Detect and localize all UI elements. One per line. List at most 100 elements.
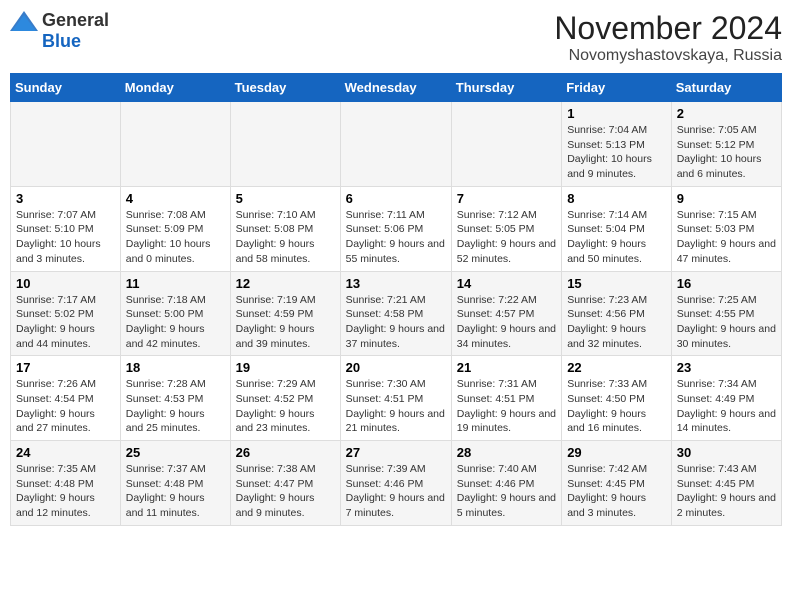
calendar-cell-4	[451, 102, 561, 187]
calendar-cell-10: 6 Sunrise: 7:11 AM Sunset: 5:06 PM Daylig…	[340, 186, 451, 271]
calendar-table: SundayMondayTuesdayWednesdayThursdayFrid…	[10, 73, 782, 526]
calendar-cell-19: 15 Sunrise: 7:23 AM Sunset: 4:56 PM Dayli…	[562, 271, 672, 356]
calendar-cell-18: 14 Sunrise: 7:22 AM Sunset: 4:57 PM Dayli…	[451, 271, 561, 356]
day-number: 18	[126, 360, 225, 375]
day-number: 21	[457, 360, 556, 375]
day-info: Sunrise: 7:14 AM Sunset: 5:04 PM Dayligh…	[567, 208, 666, 267]
day-info: Sunrise: 7:04 AM Sunset: 5:13 PM Dayligh…	[567, 123, 666, 182]
calendar-cell-12: 8 Sunrise: 7:14 AM Sunset: 5:04 PM Daylig…	[562, 186, 672, 271]
calendar-cell-16: 12 Sunrise: 7:19 AM Sunset: 4:59 PM Dayli…	[230, 271, 340, 356]
calendar-cell-9: 5Sunrise: 7:10 AM Sunset: 5:08 PM Daylig…	[230, 186, 340, 271]
calendar-cell-5: 1 Sunrise: 7:04 AM Sunset: 5:13 PM Daylig…	[562, 102, 672, 187]
day-info: Sunrise: 7:37 AM Sunset: 4:48 PM Dayligh…	[126, 462, 225, 521]
day-info: Sunrise: 7:12 AM Sunset: 5:05 PM Dayligh…	[457, 208, 556, 267]
calendar-cell-31: 27 Sunrise: 7:39 AM Sunset: 4:46 PM Dayli…	[340, 441, 451, 526]
day-info: Sunrise: 7:18 AM Sunset: 5:00 PM Dayligh…	[126, 293, 225, 352]
day-number: 17	[16, 360, 115, 375]
logo-general-text: General	[42, 10, 109, 31]
calendar-cell-2	[230, 102, 340, 187]
calendar-header-friday: Friday	[562, 74, 672, 102]
day-number: 1	[567, 106, 666, 121]
day-info: Sunrise: 7:05 AM Sunset: 5:12 PM Dayligh…	[677, 123, 776, 182]
location-subtitle: Novomyshastovskaya, Russia	[554, 47, 782, 65]
calendar-cell-3	[340, 102, 451, 187]
day-info: Sunrise: 7:38 AM Sunset: 4:47 PM Dayligh…	[236, 462, 335, 521]
calendar-cell-13: 9 Sunrise: 7:15 AM Sunset: 5:03 PM Daylig…	[671, 186, 781, 271]
day-info: Sunrise: 7:25 AM Sunset: 4:55 PM Dayligh…	[677, 293, 776, 352]
day-info: Sunrise: 7:11 AM Sunset: 5:06 PM Dayligh…	[346, 208, 446, 267]
calendar-cell-20: 16 Sunrise: 7:25 AM Sunset: 4:55 PM Dayli…	[671, 271, 781, 356]
day-info: Sunrise: 7:10 AM Sunset: 5:08 PM Dayligh…	[236, 208, 335, 267]
title-section: November 2024 Novomyshastovskaya, Russia	[554, 10, 782, 65]
day-number: 3	[16, 191, 115, 206]
day-number: 24	[16, 445, 115, 460]
month-year-title: November 2024	[554, 10, 782, 47]
calendar-cell-6: 2 Sunrise: 7:05 AM Sunset: 5:12 PM Daylig…	[671, 102, 781, 187]
day-info: Sunrise: 7:31 AM Sunset: 4:51 PM Dayligh…	[457, 377, 556, 436]
day-number: 10	[16, 276, 115, 291]
calendar-cell-28: 24 Sunrise: 7:35 AM Sunset: 4:48 PM Dayli…	[11, 441, 121, 526]
day-number: 7	[457, 191, 556, 206]
day-info: Sunrise: 7:21 AM Sunset: 4:58 PM Dayligh…	[346, 293, 446, 352]
day-number: 22	[567, 360, 666, 375]
calendar-cell-15: 11 Sunrise: 7:18 AM Sunset: 5:00 PM Dayli…	[120, 271, 230, 356]
day-number: 13	[346, 276, 446, 291]
calendar-cell-32: 28Sunrise: 7:40 AM Sunset: 4:46 PM Dayli…	[451, 441, 561, 526]
calendar-cell-22: 18 Sunrise: 7:28 AM Sunset: 4:53 PM Dayli…	[120, 356, 230, 441]
logo: General Blue	[10, 10, 109, 52]
calendar-week-row-2: 3 Sunrise: 7:07 AM Sunset: 5:10 PM Daylig…	[11, 186, 782, 271]
day-number: 19	[236, 360, 335, 375]
day-info: Sunrise: 7:42 AM Sunset: 4:45 PM Dayligh…	[567, 462, 666, 521]
day-info: Sunrise: 7:22 AM Sunset: 4:57 PM Dayligh…	[457, 293, 556, 352]
calendar-cell-11: 7 Sunrise: 7:12 AM Sunset: 5:05 PM Daylig…	[451, 186, 561, 271]
calendar-cell-25: 21 Sunrise: 7:31 AM Sunset: 4:51 PM Dayli…	[451, 356, 561, 441]
day-info: Sunrise: 7:08 AM Sunset: 5:09 PM Dayligh…	[126, 208, 225, 267]
day-number: 15	[567, 276, 666, 291]
day-number: 25	[126, 445, 225, 460]
calendar-week-row-5: 24 Sunrise: 7:35 AM Sunset: 4:48 PM Dayli…	[11, 441, 782, 526]
day-info: Sunrise: 7:17 AM Sunset: 5:02 PM Dayligh…	[16, 293, 115, 352]
day-number: 8	[567, 191, 666, 206]
day-info: Sunrise: 7:19 AM Sunset: 4:59 PM Dayligh…	[236, 293, 335, 352]
calendar-cell-7: 3 Sunrise: 7:07 AM Sunset: 5:10 PM Daylig…	[11, 186, 121, 271]
calendar-week-row-4: 17Sunrise: 7:26 AM Sunset: 4:54 PM Dayli…	[11, 356, 782, 441]
calendar-cell-34: 30Sunrise: 7:43 AM Sunset: 4:45 PM Dayli…	[671, 441, 781, 526]
day-number: 4	[126, 191, 225, 206]
calendar-cell-8: 4 Sunrise: 7:08 AM Sunset: 5:09 PM Daylig…	[120, 186, 230, 271]
day-info: Sunrise: 7:07 AM Sunset: 5:10 PM Dayligh…	[16, 208, 115, 267]
calendar-cell-23: 19Sunrise: 7:29 AM Sunset: 4:52 PM Dayli…	[230, 356, 340, 441]
calendar-cell-21: 17Sunrise: 7:26 AM Sunset: 4:54 PM Dayli…	[11, 356, 121, 441]
day-info: Sunrise: 7:39 AM Sunset: 4:46 PM Dayligh…	[346, 462, 446, 521]
calendar-header-tuesday: Tuesday	[230, 74, 340, 102]
day-info: Sunrise: 7:34 AM Sunset: 4:49 PM Dayligh…	[677, 377, 776, 436]
day-number: 9	[677, 191, 776, 206]
calendar-cell-17: 13 Sunrise: 7:21 AM Sunset: 4:58 PM Dayli…	[340, 271, 451, 356]
day-info: Sunrise: 7:35 AM Sunset: 4:48 PM Dayligh…	[16, 462, 115, 521]
logo-blue-text: Blue	[42, 31, 81, 52]
day-number: 30	[677, 445, 776, 460]
day-info: Sunrise: 7:40 AM Sunset: 4:46 PM Dayligh…	[457, 462, 556, 521]
day-number: 2	[677, 106, 776, 121]
day-number: 16	[677, 276, 776, 291]
day-number: 6	[346, 191, 446, 206]
day-number: 23	[677, 360, 776, 375]
calendar-cell-26: 22Sunrise: 7:33 AM Sunset: 4:50 PM Dayli…	[562, 356, 672, 441]
calendar-header-row: SundayMondayTuesdayWednesdayThursdayFrid…	[11, 74, 782, 102]
calendar-cell-29: 25 Sunrise: 7:37 AM Sunset: 4:48 PM Dayli…	[120, 441, 230, 526]
calendar-cell-0	[11, 102, 121, 187]
calendar-header-monday: Monday	[120, 74, 230, 102]
day-number: 11	[126, 276, 225, 291]
calendar-cell-1	[120, 102, 230, 187]
calendar-header-saturday: Saturday	[671, 74, 781, 102]
day-number: 27	[346, 445, 446, 460]
calendar-cell-27: 23 Sunrise: 7:34 AM Sunset: 4:49 PM Dayli…	[671, 356, 781, 441]
day-number: 14	[457, 276, 556, 291]
day-info: Sunrise: 7:28 AM Sunset: 4:53 PM Dayligh…	[126, 377, 225, 436]
day-info: Sunrise: 7:23 AM Sunset: 4:56 PM Dayligh…	[567, 293, 666, 352]
calendar-header-thursday: Thursday	[451, 74, 561, 102]
calendar-header-sunday: Sunday	[11, 74, 121, 102]
day-number: 12	[236, 276, 335, 291]
day-info: Sunrise: 7:15 AM Sunset: 5:03 PM Dayligh…	[677, 208, 776, 267]
calendar-cell-24: 20Sunrise: 7:30 AM Sunset: 4:51 PM Dayli…	[340, 356, 451, 441]
calendar-cell-30: 26Sunrise: 7:38 AM Sunset: 4:47 PM Dayli…	[230, 441, 340, 526]
